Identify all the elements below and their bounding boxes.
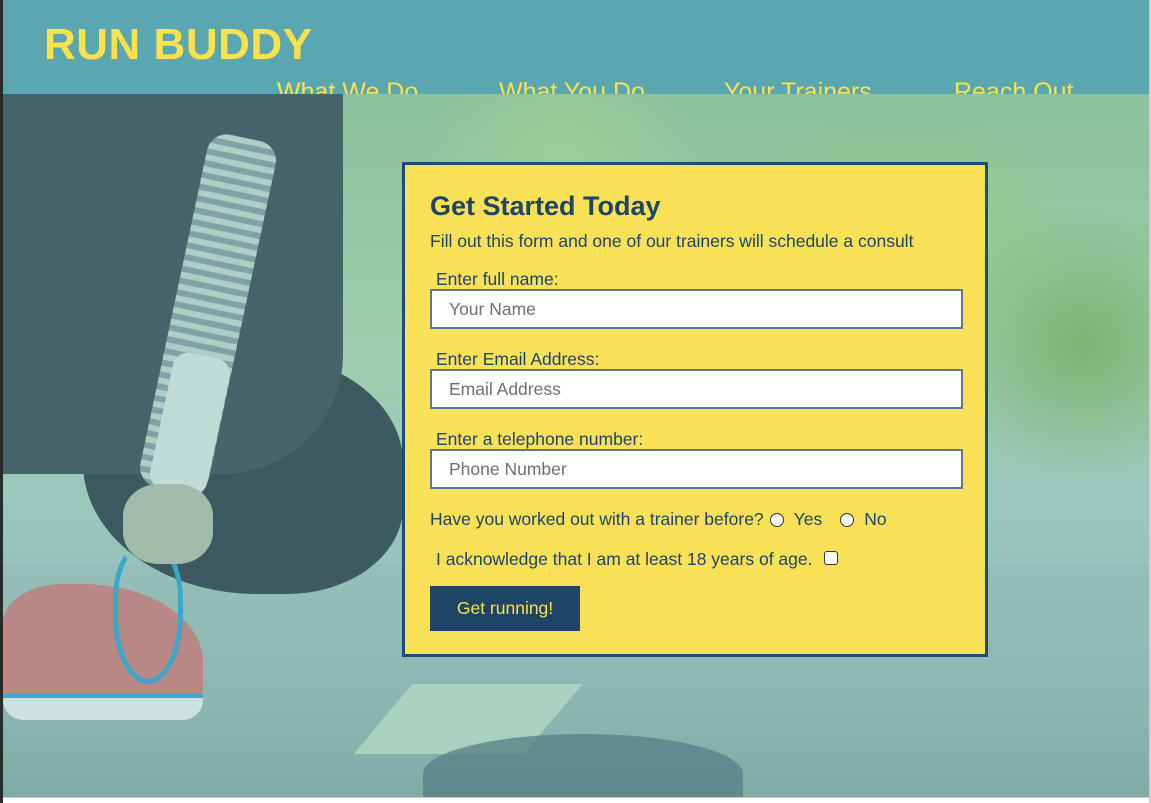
page: RUN BUDDY What We Do What You Do Your Tr… [0, 0, 1151, 803]
signup-form: Get Started Today Fill out this form and… [402, 162, 988, 657]
phone-input[interactable] [430, 449, 963, 489]
nav-link-what-you-do[interactable]: What You Do [499, 78, 645, 94]
nav-link-reach-out[interactable]: Reach Out [954, 78, 1074, 94]
radio-yes[interactable] [769, 512, 784, 527]
get-running-button[interactable]: Get running! [430, 586, 580, 631]
radio-no[interactable] [840, 512, 855, 527]
phone-label: Enter a telephone number: [436, 429, 644, 449]
nav-link-what-we-do[interactable]: What We Do [277, 78, 418, 94]
age-ack-row: I acknowledge that I am at least 18 year… [436, 549, 839, 570]
age-ack-label: I acknowledge that I am at least 18 year… [436, 549, 813, 569]
bottom-strip [3, 797, 1149, 803]
age-ack-checkbox[interactable] [824, 550, 839, 565]
trainer-question-row: Have you worked out with a trainer befor… [430, 509, 887, 530]
brand-logo[interactable]: RUN BUDDY [44, 20, 313, 70]
main-nav: What We Do What You Do Your Trainers Rea… [3, 78, 1149, 94]
name-label: Enter full name: [436, 269, 559, 289]
form-subtitle: Fill out this form and one of our traine… [430, 231, 914, 251]
trainer-question-label: Have you worked out with a trainer befor… [430, 509, 764, 529]
radio-no-label: No [864, 509, 887, 529]
name-input[interactable] [430, 289, 963, 329]
radio-yes-label: Yes [793, 509, 823, 529]
site-header: RUN BUDDY What We Do What You Do Your Tr… [3, 0, 1149, 94]
nav-link-your-trainers[interactable]: Your Trainers [724, 78, 872, 94]
email-input[interactable] [430, 369, 963, 409]
email-label: Enter Email Address: [436, 349, 600, 369]
form-title: Get Started Today [430, 191, 661, 221]
